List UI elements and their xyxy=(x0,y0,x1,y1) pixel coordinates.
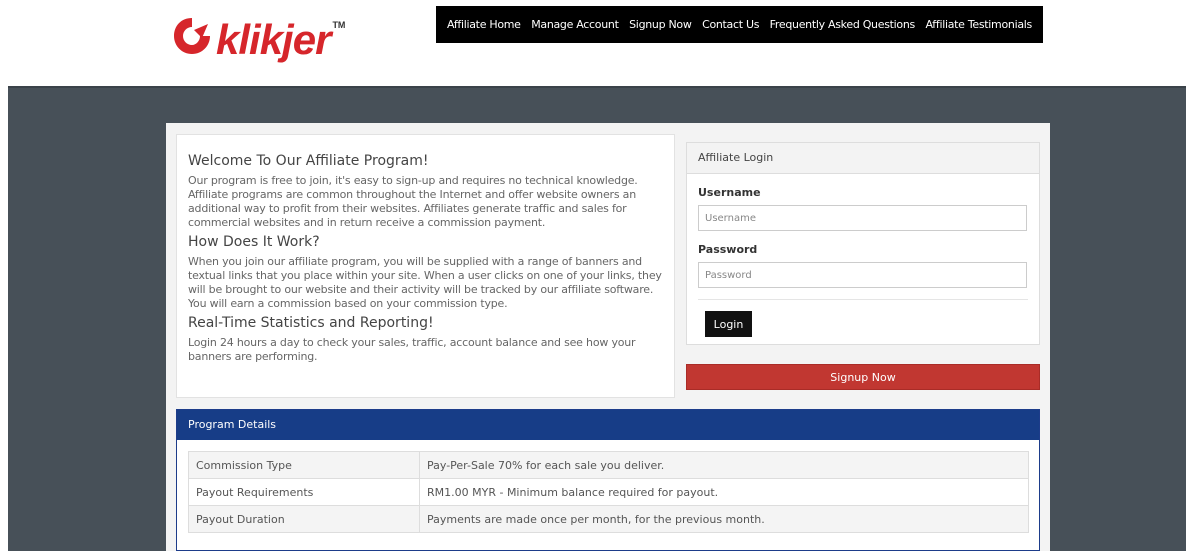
login-panel: Affiliate Login Username Password Login xyxy=(686,142,1040,345)
program-details-panel: Program Details Commission Type Pay-Per-… xyxy=(176,409,1040,551)
program-key: Payout Requirements xyxy=(188,478,420,506)
statistics-text: Login 24 hours a day to check your sales… xyxy=(188,336,636,363)
nav-contact-us[interactable]: Contact Us xyxy=(702,18,759,31)
nav-affiliate-home[interactable]: Affiliate Home xyxy=(447,18,521,31)
login-heading: Affiliate Login xyxy=(687,143,1039,174)
logo-text: klikjer xyxy=(216,16,331,63)
top-navigation: Affiliate Home Manage Account Signup Now… xyxy=(436,6,1043,43)
program-key: Payout Duration xyxy=(188,505,420,533)
nav-signup-now[interactable]: Signup Now xyxy=(629,18,692,31)
how-it-works-title: How Does It Work? xyxy=(188,234,320,250)
logo-arrow-icon xyxy=(174,18,210,54)
program-value: Pay-Per-Sale 70% for each sale you deliv… xyxy=(419,451,1029,479)
signup-button[interactable]: Signup Now xyxy=(686,364,1040,390)
statistics-title: Real-Time Statistics and Reporting! xyxy=(188,315,434,331)
nav-affiliate-testimonials[interactable]: Affiliate Testimonials xyxy=(925,18,1032,31)
program-details-table: Commission Type Pay-Per-Sale 70% for eac… xyxy=(188,451,1029,533)
username-input[interactable] xyxy=(698,205,1027,231)
table-row: Payout Requirements RM1.00 MYR - Minimum… xyxy=(188,478,1029,506)
nav-manage-account[interactable]: Manage Account xyxy=(531,18,619,31)
table-row: Commission Type Pay-Per-Sale 70% for eac… xyxy=(188,451,1029,479)
login-divider xyxy=(698,299,1028,300)
site-logo[interactable]: klikjer TM xyxy=(172,14,345,70)
login-button[interactable]: Login xyxy=(705,311,752,337)
program-key: Commission Type xyxy=(188,451,420,479)
table-row: Payout Duration Payments are made once p… xyxy=(188,505,1029,533)
password-input[interactable] xyxy=(698,262,1027,288)
nav-faq[interactable]: Frequently Asked Questions xyxy=(770,18,916,31)
welcome-panel: Welcome To Our Affiliate Program! Our pr… xyxy=(176,134,675,398)
program-value: Payments are made once per month, for th… xyxy=(419,505,1029,533)
logo-trademark: TM xyxy=(332,20,346,30)
welcome-intro: Our program is free to join, it's easy t… xyxy=(188,174,638,229)
how-it-works-text: When you join our affiliate program, you… xyxy=(188,255,662,310)
program-value: RM1.00 MYR - Minimum balance required fo… xyxy=(419,478,1029,506)
welcome-title: Welcome To Our Affiliate Program! xyxy=(188,153,429,169)
password-label: Password xyxy=(698,243,758,256)
program-details-heading: Program Details xyxy=(177,410,1039,440)
username-label: Username xyxy=(698,186,761,199)
